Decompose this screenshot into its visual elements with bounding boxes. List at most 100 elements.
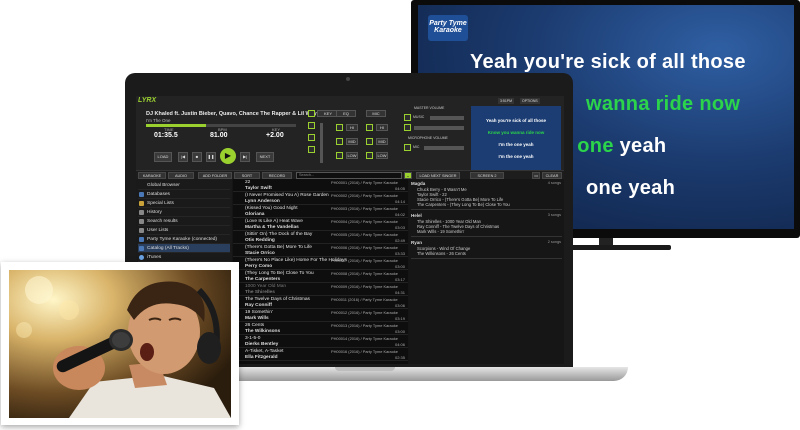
mixer-panel: KEY EQ HI MID LOW MIC HI MID LOW xyxy=(306,108,394,170)
queue-song[interactable]: The Carpenters - (They Long To Be) Close… xyxy=(417,202,510,207)
table-row[interactable]: (Sittin' On) The Dock of the Bay Otis Red… xyxy=(233,231,408,244)
song-catalog-id: PH00011 (2016) / Party Tyme Karaoke xyxy=(331,297,398,302)
sort-button[interactable]: SORT xyxy=(234,172,260,179)
queue-toggle-icon[interactable]: ↔ xyxy=(404,172,412,179)
table-row[interactable]: (Love Is Like A) Heat Wave Martha & The V… xyxy=(233,218,408,231)
browser-item-label: History xyxy=(147,210,162,215)
add-folder-button[interactable]: ADD FOLDER xyxy=(198,172,232,179)
song-title: (I Never Promised You A) Rose Garden xyxy=(245,193,329,198)
master-volume-slider[interactable] xyxy=(414,126,464,130)
mic-mute-icon[interactable] xyxy=(404,144,411,151)
queue-song[interactable]: The Wilkinsons - 26 Cents xyxy=(417,251,466,256)
table-row[interactable]: (There's No Place Like) Home For The Hol… xyxy=(233,257,408,270)
stop-icon[interactable]: ■ xyxy=(192,152,202,162)
volume-panel: MASTER VOLUME MUSIC MICROPHONE VOLUME MI… xyxy=(404,106,464,166)
music-mute-icon[interactable] xyxy=(404,114,411,121)
database-icon xyxy=(139,192,144,197)
song-artist: Taylor Swift xyxy=(245,186,272,191)
mic-mid-knob[interactable] xyxy=(366,138,373,145)
next-button[interactable]: NEXT xyxy=(256,152,274,162)
song-duration: 03:33 xyxy=(394,251,405,256)
key-indicator[interactable] xyxy=(308,110,315,117)
song-artist: Otis Redding xyxy=(245,238,275,243)
singer-name[interactable]: Magda xyxy=(411,181,425,186)
singer-song-count: 3 songs xyxy=(547,213,561,217)
preview-line-4: I'm the one yeah xyxy=(498,154,534,159)
mic-button[interactable]: MIC xyxy=(366,110,386,117)
cast-icon[interactable]: ▭ xyxy=(532,172,540,179)
time-value: 01:35.5 xyxy=(154,132,178,139)
table-row[interactable]: 3-1-5-0 Dierks Bentley PH00014 (2016) / Pa… xyxy=(233,335,408,348)
browser-item-user-lists[interactable]: User Lists xyxy=(138,226,230,235)
browser-item-global[interactable]: Global Browser xyxy=(138,181,230,190)
karaoke-source-icon xyxy=(139,237,144,242)
list-icon xyxy=(139,228,144,233)
master-mute-icon[interactable] xyxy=(404,124,411,131)
table-row[interactable]: A-Tisket, A-Tasket Ella Fitzgerald PH00016… xyxy=(233,348,408,361)
key-up-icon[interactable] xyxy=(308,122,315,129)
lyrics-preview: Yeah you're sick of all those Know you w… xyxy=(471,106,561,172)
song-catalog-id: PH00012 (2016) / Party Tyme Karaoke xyxy=(331,310,398,315)
song-duration: 02:35 xyxy=(394,355,405,360)
song-duration: 03:19 xyxy=(394,316,405,321)
singer-name[interactable]: Ryan xyxy=(411,240,422,245)
song-title: The Twelve Days of Christmas xyxy=(245,297,310,302)
queue-song[interactable]: Mark Wills - 19 Somethin' xyxy=(417,229,464,234)
browser-item-special-lists[interactable]: Special Lists xyxy=(138,199,230,208)
clear-button[interactable]: CLEAR xyxy=(542,172,562,179)
table-row[interactable]: (I Never Promised You A) Rose Garden Lynn… xyxy=(233,192,408,205)
song-catalog-id: PH00004 (2016) / Party Tyme Karaoke xyxy=(331,219,398,224)
table-row[interactable]: 26 Cents The Wilkinsons PH00013 (2016) / P… xyxy=(233,322,408,335)
audio-button[interactable]: AUDIO xyxy=(168,172,194,179)
karaoke-button[interactable]: KARAOKE xyxy=(138,172,166,179)
key-down-icon[interactable] xyxy=(308,146,315,153)
table-row[interactable]: 22 Taylor Swift PH00001 (2016) / Party Tym… xyxy=(233,179,408,192)
eq-button[interactable]: EQ xyxy=(336,110,356,117)
play-button[interactable]: ▶ xyxy=(220,148,236,164)
record-button[interactable]: RECORD xyxy=(262,172,292,179)
eq-mid-label: MID xyxy=(346,138,358,145)
now-playing-title: DJ Khaled ft. Justin Bieber, Quavo, Chan… xyxy=(146,111,324,117)
table-row[interactable]: (Kissed You) Good Night Gloriana PH00003 (… xyxy=(233,205,408,218)
eq-mid-knob[interactable] xyxy=(336,138,343,145)
song-catalog-id: PH00001 (2016) / Party Tyme Karaoke xyxy=(331,180,398,185)
options-button[interactable]: OPTIONS xyxy=(520,98,540,104)
eq-hi-knob[interactable] xyxy=(336,124,343,131)
key-reset-icon[interactable] xyxy=(308,134,315,141)
browser-item-databases[interactable]: Databases xyxy=(138,190,230,199)
skip-back-icon[interactable]: |◀ xyxy=(178,152,188,162)
load-next-singer-button[interactable]: LOAD NEXT SINGER xyxy=(416,172,460,179)
song-artist: Stacie Orrico xyxy=(245,251,275,256)
browser-item-search-results[interactable]: Search results xyxy=(138,217,230,226)
music-volume-slider[interactable] xyxy=(430,116,464,120)
table-row[interactable]: (There's Gotta Be) More To Life Stacie Or… xyxy=(233,244,408,257)
tv-lyric-line-1: Yeah you're sick of all those xyxy=(470,51,746,73)
browser-item-party-tyme[interactable]: Party Tyme Karaoke (connected) xyxy=(138,235,230,244)
singer-name[interactable]: Helel xyxy=(411,213,422,218)
table-row[interactable]: The Twelve Days of Christmas Ray Conniff P… xyxy=(233,296,408,309)
music-label: MUSIC xyxy=(413,115,425,119)
browser-item-catalog[interactable]: Catalog (All Tracks) xyxy=(138,244,230,253)
screen-button[interactable]: SCREEN 2 xyxy=(470,172,504,179)
laptop-notch xyxy=(335,367,395,371)
song-duration: 02:49 xyxy=(394,238,405,243)
song-title: (Kissed You) Good Night xyxy=(245,206,298,211)
bpm-value: 81.00 xyxy=(210,132,228,139)
table-row[interactable]: (They Long To Be) Close To You The Carpen… xyxy=(233,270,408,283)
browser-item-history[interactable]: History xyxy=(138,208,230,217)
search-input[interactable]: Search... xyxy=(296,172,402,179)
skip-forward-icon[interactable]: ▶| xyxy=(240,152,250,162)
browser-item-itunes[interactable]: iTunes xyxy=(138,253,230,262)
load-button[interactable]: LOAD xyxy=(154,152,172,162)
mic-volume-slider[interactable] xyxy=(424,146,464,150)
pause-icon[interactable]: ❚❚ xyxy=(206,152,216,162)
table-row[interactable]: 1000 Year Old Man The Shirelles PH00009 (2… xyxy=(233,283,408,296)
eq-low-knob[interactable] xyxy=(336,152,343,159)
mic-hi-knob[interactable] xyxy=(366,124,373,131)
itunes-icon xyxy=(139,255,144,260)
preview-line-3: I'm the one yeah xyxy=(498,142,534,147)
table-row[interactable]: 19 Somethin' Mark Wills PH00012 (2016) / P… xyxy=(233,309,408,322)
song-duration: 04:31 xyxy=(394,290,405,295)
mic-low-knob[interactable] xyxy=(366,152,373,159)
key-slider[interactable] xyxy=(320,123,323,163)
